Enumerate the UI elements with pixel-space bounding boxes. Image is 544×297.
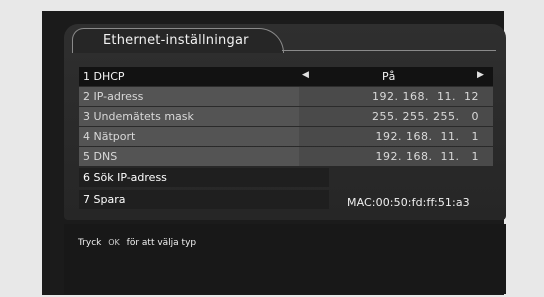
- menu-item-dns[interactable]: 5 DNS 192. 168. 11. 1: [79, 147, 493, 166]
- gateway-value: 192. 168. 11. 1: [375, 130, 479, 143]
- subnet-mask-value: 255. 255. 255. 0: [372, 110, 479, 123]
- menu-item-search-ip[interactable]: 6 Sök IP-adress: [79, 168, 329, 187]
- arrow-right-icon[interactable]: ▶: [477, 70, 484, 80]
- menu-item-label: 4 Nätport: [83, 130, 136, 143]
- menu-item-save[interactable]: 7 Spara: [79, 190, 329, 209]
- mac-address: MAC:00:50:fd:ff:51:a3: [347, 196, 470, 209]
- ip-address-value: 192. 168. 11. 12: [372, 90, 479, 103]
- help-suffix: för att välja typ: [126, 238, 197, 248]
- menu-item-ip-address[interactable]: 2 IP-adress 192. 168. 11. 12: [79, 87, 493, 106]
- menu-item-gateway[interactable]: 4 Nätport 192. 168. 11. 1: [79, 127, 493, 146]
- menu-item-label: 6 Sök IP-adress: [83, 171, 167, 184]
- page-title: Ethernet-inställningar: [103, 33, 249, 48]
- arrow-left-icon[interactable]: ◀: [302, 70, 309, 80]
- help-text: Tryck OK för att välja typ: [78, 238, 196, 248]
- menu-item-label: 3 Undemätets mask: [83, 110, 194, 123]
- menu-item-dhcp[interactable]: 1 DHCP ◀ På ▶: [79, 67, 493, 86]
- menu-item-subnet-mask[interactable]: 3 Undemätets mask 255. 255. 255. 0: [79, 107, 493, 126]
- ok-key-label: OK: [108, 238, 120, 247]
- menu-item-label: 7 Spara: [83, 193, 126, 206]
- help-bar: [64, 224, 506, 294]
- help-prefix: Tryck: [78, 238, 102, 248]
- menu-item-label: 1 DHCP: [83, 70, 125, 83]
- dhcp-value: På: [382, 70, 396, 83]
- menu-item-label: 5 DNS: [83, 150, 118, 163]
- dns-value: 192. 168. 11. 1: [375, 150, 479, 163]
- title-divider: [282, 50, 496, 51]
- menu-item-label: 2 IP-adress: [83, 90, 144, 103]
